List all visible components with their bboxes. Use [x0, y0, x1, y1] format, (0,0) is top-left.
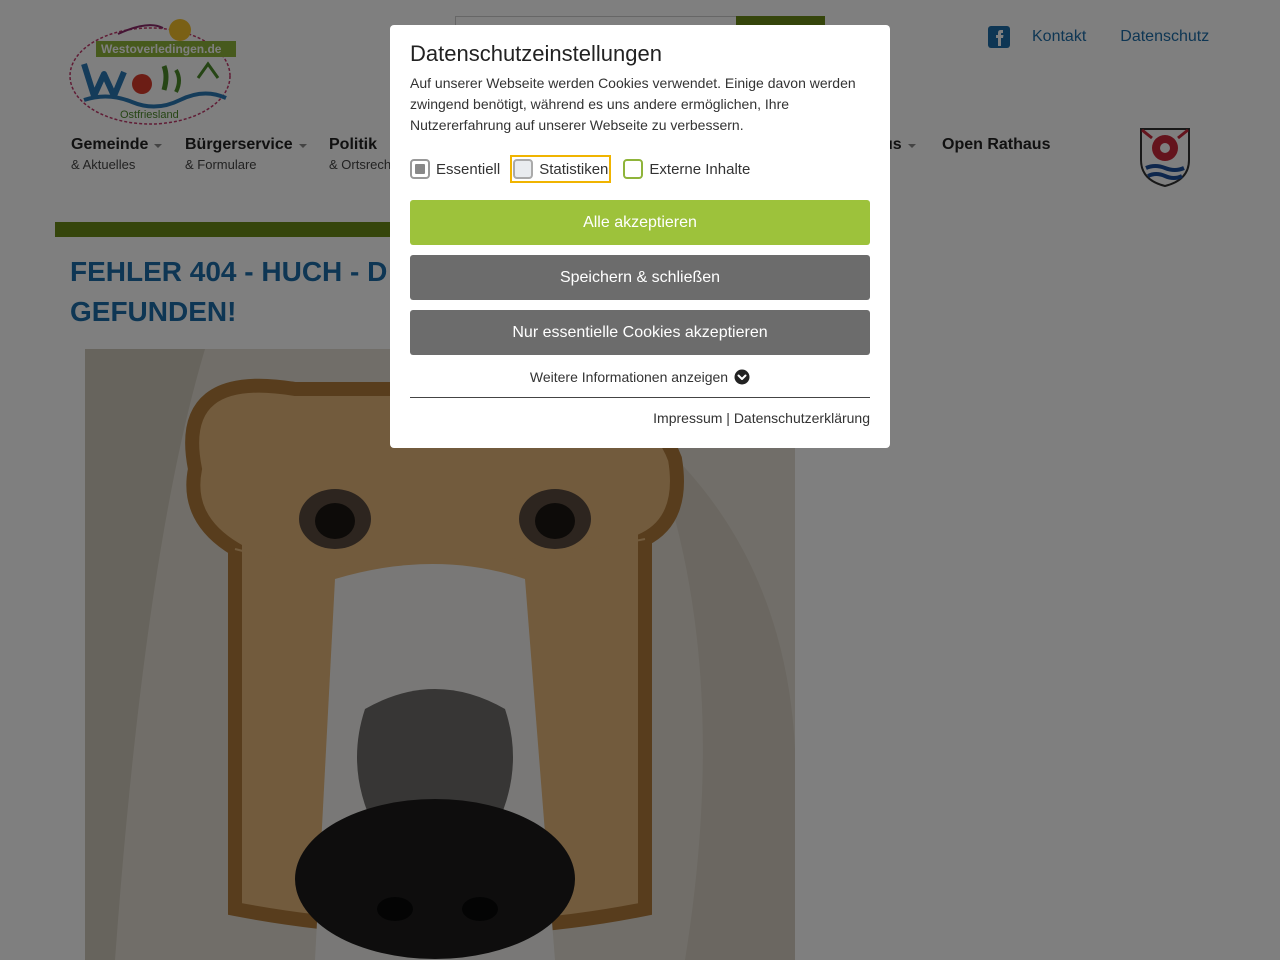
link-separator: |	[722, 410, 734, 426]
chevron-down-circle-icon	[734, 369, 750, 385]
more-info-toggle[interactable]: Weitere Informationen anzeigen	[410, 367, 870, 387]
accept-essential-only-button[interactable]: Nur essentielle Cookies akzeptieren	[410, 310, 870, 355]
dialog-footer-links: Impressum | Datenschutzerklärung	[410, 410, 870, 426]
option-essentiell[interactable]: Essentiell	[410, 159, 500, 179]
dialog-title: Datenschutzeinstellungen	[410, 41, 662, 66]
checkbox-externe-inhalte[interactable]	[623, 159, 644, 179]
save-and-close-button[interactable]: Speichern & schließen	[410, 255, 870, 300]
option-statistiken-label: Statistiken	[539, 160, 609, 178]
checkbox-essentiell[interactable]	[410, 159, 430, 179]
option-externe-inhalte-label: Externe Inhalte	[649, 160, 751, 178]
impressum-link[interactable]: Impressum	[653, 410, 722, 426]
checkbox-statistiken[interactable]	[513, 159, 534, 179]
more-info-label: Weitere Informationen anzeigen	[529, 369, 729, 385]
dialog-description: Auf unserer Webseite werden Cookies verw…	[410, 75, 856, 133]
option-externe-inhalte[interactable]: Externe Inhalte	[623, 159, 750, 179]
privacy-policy-link[interactable]: Datenschutzerklärung	[734, 410, 870, 426]
cookie-options: Essentiell Statistiken Externe Inhalte	[410, 155, 870, 183]
option-essentiell-label: Essentiell	[436, 160, 501, 178]
divider	[410, 397, 870, 398]
accept-all-button[interactable]: Alle akzeptieren	[410, 200, 870, 245]
cookie-consent-dialog: Datenschutzeinstellungen Auf unserer Web…	[390, 25, 890, 448]
option-statistiken[interactable]: Statistiken	[510, 155, 612, 183]
